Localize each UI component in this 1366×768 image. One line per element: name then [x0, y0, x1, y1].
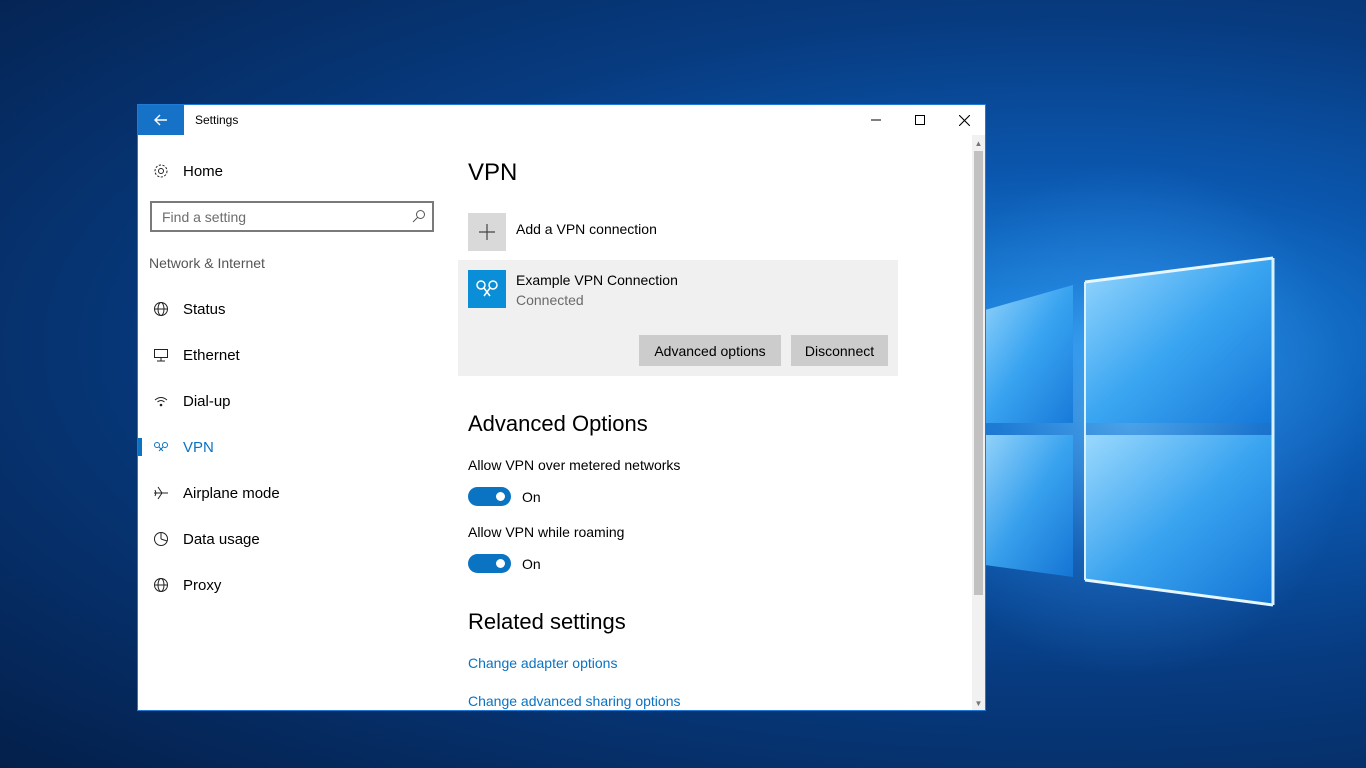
vpn-connection-icon [468, 270, 506, 308]
close-button[interactable] [942, 105, 985, 135]
connection-status: Connected [516, 292, 584, 308]
sidebar-item-label: Airplane mode [183, 484, 280, 502]
settings-window: Settings Home Network & Internet [137, 104, 986, 711]
roaming-label: Allow VPN while roaming [468, 524, 625, 540]
search-box[interactable] [150, 201, 434, 232]
sidebar-item-label: Dial-up [183, 392, 231, 410]
sidebar-item-dialup[interactable]: Dial-up [138, 381, 448, 421]
metered-label: Allow VPN over metered networks [468, 457, 681, 473]
roaming-toggle[interactable] [468, 554, 511, 573]
scroll-thumb[interactable] [974, 151, 983, 595]
disconnect-button[interactable]: Disconnect [791, 335, 888, 366]
add-vpn-label: Add a VPN connection [516, 221, 657, 237]
window-title: Settings [195, 113, 239, 127]
minimize-icon [871, 119, 881, 121]
page-title: VPN [468, 159, 518, 186]
sidebar-item-proxy[interactable]: Proxy [138, 565, 448, 605]
scroll-down-icon[interactable]: ▼ [972, 697, 985, 709]
scroll-up-icon[interactable]: ▲ [972, 137, 985, 149]
advanced-options-heading: Advanced Options [468, 411, 648, 436]
metered-toggle-state: On [522, 489, 541, 505]
sidebar-section-label: Network & Internet [149, 255, 265, 271]
gear-icon [152, 162, 170, 180]
connection-name: Example VPN Connection [516, 272, 678, 288]
ethernet-icon [152, 346, 170, 364]
back-arrow-icon [154, 114, 167, 126]
roaming-toggle-state: On [522, 556, 541, 572]
advanced-options-button[interactable]: Advanced options [639, 335, 781, 366]
sidebar-item-label: Ethernet [183, 346, 240, 364]
sidebar-item-ethernet[interactable]: Ethernet [138, 335, 448, 375]
sidebar-item-label: Data usage [183, 530, 260, 548]
airplane-icon [152, 484, 170, 502]
active-indicator [138, 438, 142, 456]
sidebar-item-airplane-mode[interactable]: Airplane mode [138, 473, 448, 513]
maximize-button[interactable] [898, 105, 942, 135]
sidebar-item-label: Proxy [183, 576, 222, 594]
close-icon [958, 114, 970, 126]
maximize-icon [915, 115, 925, 125]
back-button[interactable] [138, 105, 184, 135]
data-usage-icon [152, 530, 170, 548]
sidebar-item-vpn[interactable]: VPN [138, 427, 448, 467]
globe-status-icon [152, 300, 170, 318]
sidebar-item-home[interactable]: Home [138, 151, 448, 191]
title-bar: Settings [138, 105, 985, 135]
toggle-knob [496, 492, 505, 501]
search-icon[interactable] [412, 209, 426, 228]
add-vpn-connection[interactable]: Add a VPN connection [468, 213, 888, 255]
sidebar: Home Network & Internet Status Ethernet [138, 135, 448, 710]
search-input[interactable] [152, 203, 412, 230]
change-adapter-options-link[interactable]: Change adapter options [468, 655, 617, 671]
minimize-button[interactable] [854, 105, 898, 135]
sidebar-item-label: VPN [183, 438, 214, 456]
scrollbar[interactable]: ▲ ▼ [972, 135, 985, 710]
sidebar-item-status[interactable]: Status [138, 289, 448, 329]
plus-icon [468, 213, 506, 251]
main-content: VPN Add a VPN connection Example VPN Con… [458, 135, 973, 710]
sidebar-item-data-usage[interactable]: Data usage [138, 519, 448, 559]
sidebar-item-label: Status [183, 300, 226, 318]
change-sharing-options-link[interactable]: Change advanced sharing options [468, 693, 681, 709]
vpn-icon [152, 438, 170, 456]
vpn-connection-card[interactable]: Example VPN Connection Connected Advance… [458, 260, 898, 376]
related-settings-heading: Related settings [468, 609, 626, 634]
globe-icon [152, 576, 170, 594]
toggle-knob [496, 559, 505, 568]
dialup-icon [152, 392, 170, 410]
windows-logo [985, 256, 1275, 607]
sidebar-item-label: Home [183, 162, 224, 180]
metered-toggle[interactable] [468, 487, 511, 506]
